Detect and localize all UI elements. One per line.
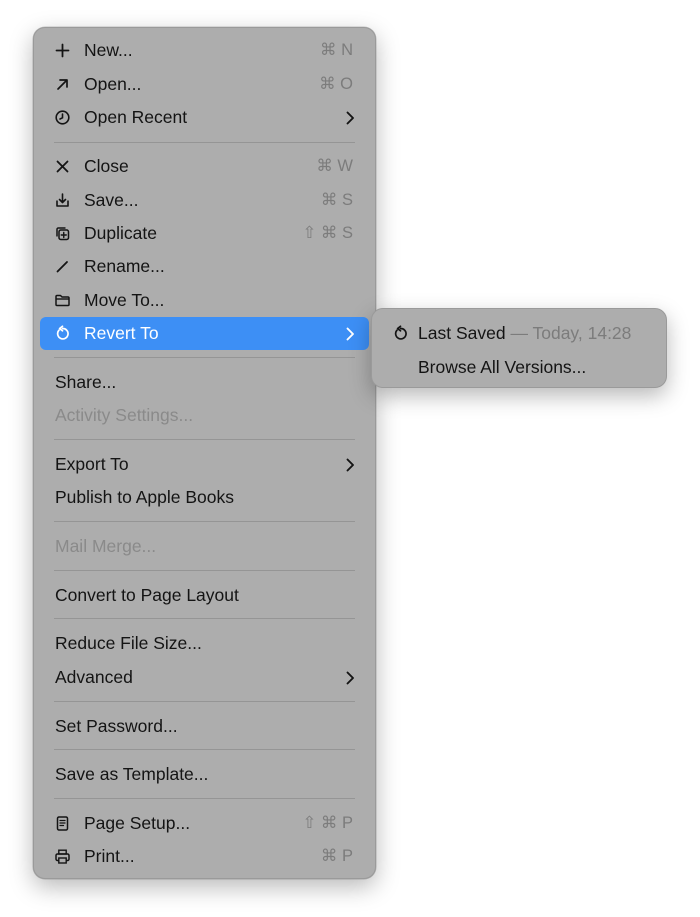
menu-item-share[interactable]: Share... [40, 366, 369, 399]
arrow-up-right-icon [54, 76, 71, 93]
chevron-right-icon [345, 327, 355, 341]
printer-icon [54, 848, 71, 865]
separator [54, 798, 355, 799]
menu-item-close-label: Close [84, 156, 129, 176]
menu-item-mail-merge: Mail Merge... [40, 530, 369, 563]
separator [54, 439, 355, 440]
menu-item-reduce-label: Reduce File Size... [55, 633, 202, 653]
separator [54, 749, 355, 750]
menu-item-advanced-label: Advanced [55, 667, 133, 687]
menu-item-open[interactable]: Open... ⌘ O [40, 68, 369, 101]
menu-item-close[interactable]: Close ⌘ W [40, 150, 369, 183]
menu-item-publish-apple-books[interactable]: Publish to Apple Books [40, 481, 369, 514]
menu-item-print-label: Print... [84, 846, 135, 866]
menu-item-set-password-label: Set Password... [55, 716, 178, 736]
submenu-item-browse-all-versions[interactable]: Browse All Versions... [378, 351, 660, 384]
menu-item-activity-settings-label: Activity Settings... [55, 405, 194, 425]
menu-item-print-shortcut: ⌘ P [320, 847, 353, 865]
menu-item-save-label: Save... [84, 190, 139, 210]
submenu-item-last-saved[interactable]: Last Saved — Today, 14:28 [378, 317, 660, 350]
chevron-right-icon [345, 111, 355, 125]
plus-icon [54, 42, 71, 59]
separator [54, 357, 355, 358]
menu-item-rename-label: Rename... [84, 256, 165, 276]
close-icon [54, 158, 71, 175]
menu-item-move-to[interactable]: Move To... [40, 284, 369, 317]
menu-item-share-label: Share... [55, 372, 117, 392]
menu-item-set-password[interactable]: Set Password... [40, 710, 369, 743]
save-tray-icon [54, 192, 71, 209]
submenu-item-last-saved-label: Last Saved — Today, 14:28 [418, 317, 631, 350]
menu-item-open-recent-label: Open Recent [84, 107, 188, 127]
chevron-right-icon [345, 671, 355, 685]
last-saved-timestamp: — Today, 14:28 [510, 323, 632, 343]
menu-item-save[interactable]: Save... ⌘ S [40, 184, 369, 217]
menu-item-export-to[interactable]: Export To [40, 448, 369, 481]
menu-item-page-setup[interactable]: Page Setup... ⇧ ⌘ P [40, 807, 369, 840]
menu-item-new-label: New... [84, 40, 133, 60]
separator [54, 701, 355, 702]
chevron-right-icon [345, 458, 355, 472]
file-menu: New... ⌘ N Open... ⌘ O Open Recent Close… [33, 27, 376, 879]
menu-item-save-shortcut: ⌘ S [320, 191, 353, 209]
menu-item-revert-to[interactable]: Revert To [40, 317, 369, 350]
menu-item-print[interactable]: Print... ⌘ P [40, 840, 369, 873]
menu-item-close-shortcut: ⌘ W [316, 157, 353, 175]
menu-item-save-as-template[interactable]: Save as Template... [40, 758, 369, 791]
separator [54, 521, 355, 522]
menu-item-move-to-label: Move To... [84, 290, 165, 310]
menu-item-advanced[interactable]: Advanced [40, 661, 369, 694]
submenu-item-browse-label: Browse All Versions... [418, 357, 587, 377]
revert-to-submenu: Last Saved — Today, 14:28 Browse All Ver… [371, 308, 667, 388]
separator [54, 570, 355, 571]
folder-icon [54, 292, 71, 309]
menu-item-reduce-file-size[interactable]: Reduce File Size... [40, 627, 369, 660]
menu-item-page-setup-label: Page Setup... [84, 813, 191, 833]
menu-item-activity-settings: Activity Settings... [40, 399, 369, 432]
revert-icon [392, 325, 409, 342]
separator [54, 142, 355, 143]
pencil-icon [54, 258, 71, 275]
menu-item-duplicate-shortcut: ⇧ ⌘ S [302, 224, 354, 242]
menu-item-save-template-label: Save as Template... [55, 764, 209, 784]
menu-item-new[interactable]: New... ⌘ N [40, 34, 369, 67]
menu-item-export-to-label: Export To [55, 454, 129, 474]
last-saved-text: Last Saved [418, 323, 506, 343]
menu-item-new-shortcut: ⌘ N [320, 41, 353, 59]
menu-item-publish-label: Publish to Apple Books [55, 487, 235, 507]
menu-item-duplicate[interactable]: Duplicate ⇧ ⌘ S [40, 217, 369, 250]
menu-item-revert-to-label: Revert To [84, 323, 159, 343]
menu-item-open-recent[interactable]: Open Recent [40, 101, 369, 134]
menu-item-rename[interactable]: Rename... [40, 250, 369, 283]
menu-item-open-label: Open... [84, 74, 142, 94]
separator [54, 618, 355, 619]
menu-item-mail-merge-label: Mail Merge... [55, 536, 157, 556]
menu-item-page-setup-shortcut: ⇧ ⌘ P [302, 814, 354, 832]
menu-item-convert-label: Convert to Page Layout [55, 585, 239, 605]
menu-item-duplicate-label: Duplicate [84, 223, 157, 243]
menu-item-convert-page-layout[interactable]: Convert to Page Layout [40, 579, 369, 612]
revert-icon [54, 325, 71, 342]
clock-icon [54, 109, 71, 126]
document-icon [54, 815, 71, 832]
duplicate-icon [54, 225, 71, 242]
menu-item-open-shortcut: ⌘ O [319, 75, 353, 93]
